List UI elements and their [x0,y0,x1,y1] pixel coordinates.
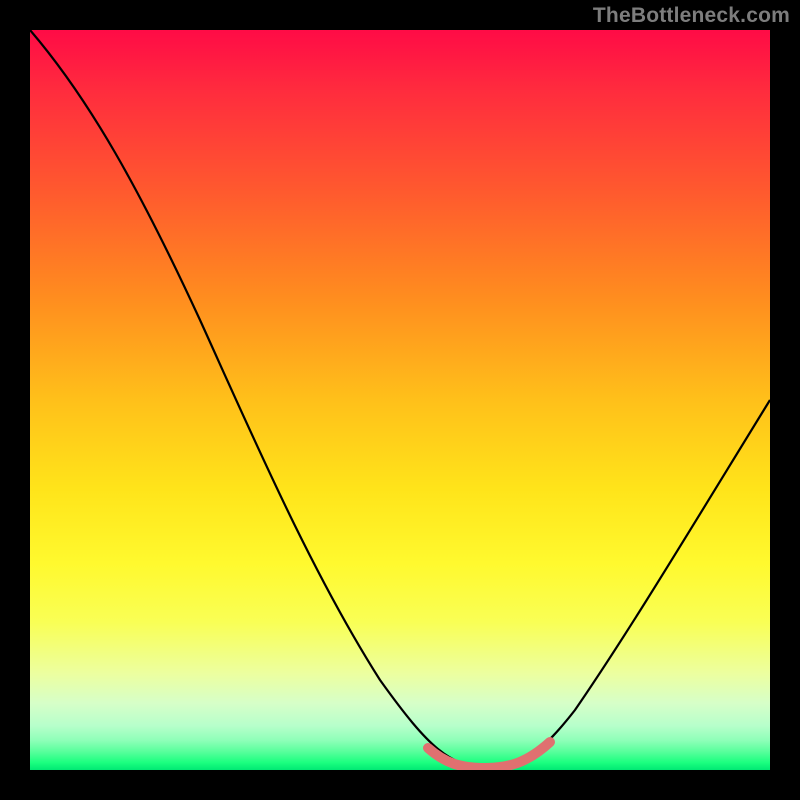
watermark-text: TheBottleneck.com [593,4,790,28]
chart-frame: TheBottleneck.com [0,0,800,800]
bottleneck-curve-svg [30,30,770,770]
plot-area [30,30,770,770]
optimal-band-highlight [428,742,550,768]
bottleneck-curve [30,30,770,768]
